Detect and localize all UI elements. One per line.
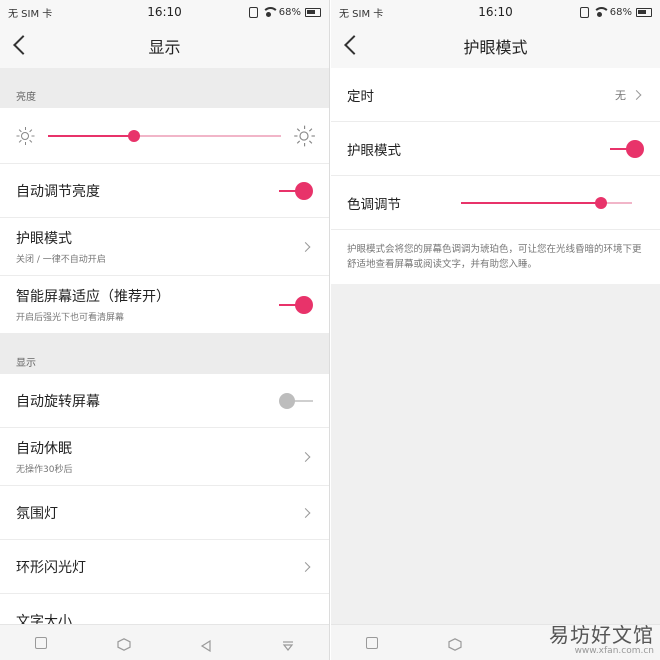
- schedule-value: 无: [615, 88, 626, 102]
- page-title: 显示: [148, 38, 181, 57]
- ambient-light-row[interactable]: 氛围灯: [0, 486, 329, 540]
- eye-care-description: 护眼模式会将您的屏幕色调调为琥珀色，可让您在光线昏暗的环境下更舒适地查看屏幕或阅…: [331, 230, 660, 287]
- recent-apps-icon[interactable]: [365, 636, 378, 649]
- auto-brightness-row[interactable]: 自动调节亮度: [0, 164, 329, 218]
- status-bar: 无 SIM 卡 16:10 68%: [331, 0, 660, 24]
- auto-sleep-row[interactable]: 自动休眠 无操作30秒后: [0, 428, 329, 486]
- smart-adapt-subtitle: 开启后强光下也可看清屏幕: [16, 313, 125, 323]
- status-time: 16:10: [147, 5, 182, 19]
- ring-flash-row[interactable]: 环形闪光灯: [0, 540, 329, 594]
- status-time: 16:10: [478, 5, 513, 19]
- smart-adapt-row[interactable]: 智能屏幕适应（推荐开） 开启后强光下也可看清屏幕: [0, 276, 329, 334]
- title-bar: 显示: [0, 24, 329, 68]
- ambient-light-label: 氛围灯: [16, 505, 58, 522]
- auto-sleep-label: 自动休眠: [16, 441, 72, 457]
- display-settings-screen: 无 SIM 卡 16:10 68% 显示 亮度 自动调节亮度 护眼模式 关闭 /…: [0, 0, 330, 660]
- eye-care-row[interactable]: 护眼模式 关闭 / 一律不自动开启: [0, 218, 329, 276]
- auto-rotate-row[interactable]: 自动旋转屏幕: [0, 374, 329, 428]
- chevron-right-icon: [300, 561, 311, 572]
- site-watermark: 易坊好文馆 www.xfan.com.cn: [549, 619, 654, 656]
- home-icon[interactable]: [117, 636, 131, 651]
- battery-icon: [636, 7, 652, 17]
- brightness-slider[interactable]: [48, 129, 281, 143]
- brightness-slider-fill: [48, 134, 135, 137]
- home-icon[interactable]: [448, 636, 462, 651]
- ring-flash-label: 环形闪光灯: [16, 559, 86, 576]
- navigation-bar: [0, 624, 329, 660]
- auto-brightness-label: 自动调节亮度: [16, 183, 100, 200]
- back-arrow-icon[interactable]: [344, 35, 364, 55]
- tone-slider-thumb[interactable]: [595, 196, 608, 209]
- notification-pull-icon[interactable]: [282, 637, 294, 651]
- nav-spacer: [531, 637, 543, 649]
- empty-area: [331, 284, 660, 624]
- auto-rotate-label: 自动旋转屏幕: [16, 393, 100, 410]
- eye-care-toggle[interactable]: [610, 139, 644, 158]
- wifi-icon: [592, 7, 610, 17]
- auto-sleep-subtitle: 无操作30秒后: [16, 465, 73, 475]
- brightness-low-icon: [16, 126, 34, 145]
- eye-care-subtitle: 关闭 / 一律不自动开启: [16, 255, 106, 265]
- auto-brightness-toggle[interactable]: [279, 181, 313, 200]
- eye-care-toggle-label: 护眼模式: [347, 142, 401, 159]
- section-header-brightness: 亮度: [0, 68, 329, 108]
- tone-slider[interactable]: [461, 196, 632, 210]
- status-bar: 无 SIM 卡 16:10 68%: [0, 0, 329, 24]
- tone-label: 色调调节: [347, 196, 401, 213]
- brightness-slider-row: [0, 108, 329, 164]
- brightness-slider-thumb[interactable]: [128, 129, 141, 142]
- battery-icon: [305, 7, 321, 17]
- smart-adapt-toggle[interactable]: [279, 295, 313, 314]
- title-bar: 护眼模式: [331, 24, 660, 68]
- eye-care-toggle-row[interactable]: 护眼模式: [331, 122, 660, 176]
- page-title: 护眼模式: [463, 38, 528, 57]
- back-icon[interactable]: [200, 637, 212, 652]
- chevron-right-icon: [631, 89, 642, 100]
- tone-slider-fill: [461, 201, 602, 204]
- brightness-high-icon: [293, 125, 315, 146]
- chevron-right-icon: [300, 507, 311, 518]
- eye-care-label: 护眼模式: [16, 231, 72, 247]
- schedule-label: 定时: [347, 88, 374, 105]
- watermark-title: 易坊好文馆: [549, 623, 654, 647]
- section-header-display: 显示: [0, 334, 329, 374]
- eye-care-screen: 无 SIM 卡 16:10 68% 护眼模式 定时 无 护眼模式 色调调节 护眼…: [331, 0, 660, 660]
- back-arrow-icon[interactable]: [13, 35, 33, 55]
- screenshot-composite: 无 SIM 卡 16:10 68% 显示 亮度 自动调节亮度 护眼模式 关闭 /…: [0, 0, 660, 660]
- auto-rotate-toggle[interactable]: [279, 392, 313, 410]
- smart-adapt-label: 智能屏幕适应（推荐开）: [16, 289, 170, 305]
- wifi-icon: [261, 7, 279, 17]
- recent-apps-icon[interactable]: [34, 636, 47, 649]
- schedule-row[interactable]: 定时 无: [331, 68, 660, 122]
- vibrate-icon: [579, 6, 589, 18]
- tone-row: 色调调节: [331, 176, 660, 230]
- vibrate-icon: [248, 6, 258, 18]
